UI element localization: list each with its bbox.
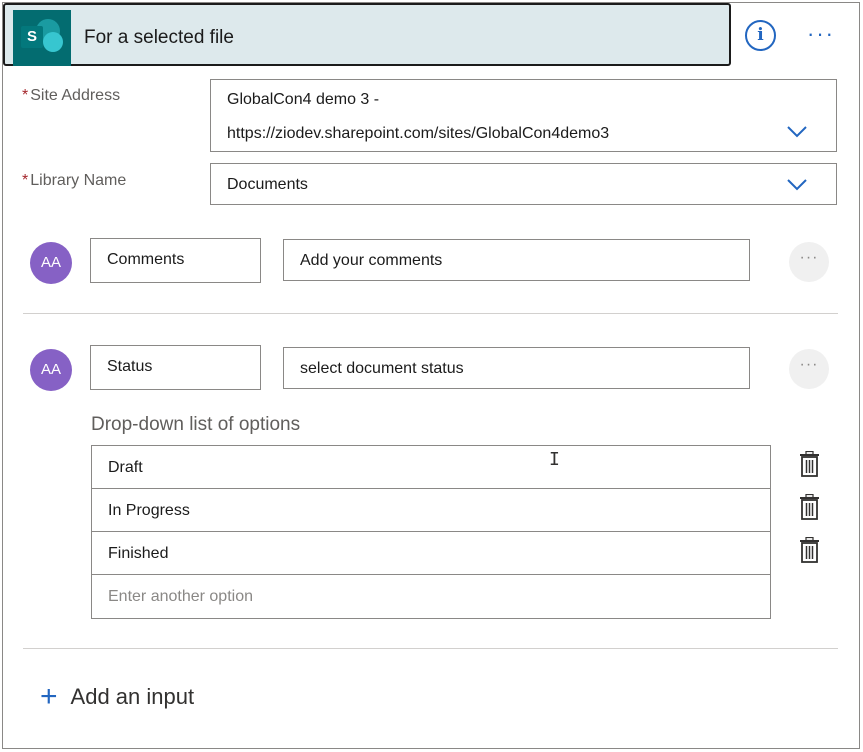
add-an-input-label: Add an input [70,684,195,709]
delete-option-icon[interactable] [799,536,820,563]
site-address-value-line2: https://ziodev.sharepoint.com/sites/Glob… [227,125,610,142]
option-field-in-progress[interactable]: In Progress [92,489,770,532]
action-header[interactable]: S For a selected file [3,3,731,66]
divider [23,648,838,649]
option-field-draft[interactable]: Draft [92,446,770,489]
info-icon[interactable]: i [745,20,776,51]
option-field-finished[interactable]: Finished [92,532,770,575]
input-name-field[interactable]: Status [90,345,261,390]
add-an-input-button[interactable]: + Add an input [40,682,194,712]
dropdown-options-list: Draft In Progress Finished Enter another… [91,445,771,619]
text-cursor-icon: I [549,449,560,470]
text-input-type-icon: AA [30,349,72,391]
site-address-value-line1: GlobalCon4 demo 3 - [227,91,380,108]
action-title: For a selected file [84,27,234,48]
divider [23,313,838,314]
site-address-dropdown[interactable]: GlobalCon4 demo 3 - https://ziodev.share… [210,79,837,152]
new-option-input[interactable]: Enter another option [92,575,770,618]
plus-icon: + [40,680,58,713]
delete-option-icon[interactable] [799,493,820,520]
dropdown-options-label: Drop-down list of options [91,414,301,435]
chevron-down-icon[interactable] [787,126,807,138]
input-description-field[interactable]: Add your comments [283,239,750,281]
sharepoint-logo-icon: S [13,10,71,66]
input-description-field[interactable]: select document status [283,347,750,389]
site-address-label: * Site Address [22,87,121,104]
text-input-type-icon: AA [30,242,72,284]
chevron-down-icon[interactable] [787,179,807,191]
library-name-value: Documents [227,176,308,193]
delete-option-icon[interactable] [799,450,820,477]
library-name-label: * Library Name [22,172,127,189]
input-name-field[interactable]: Comments [90,238,261,283]
more-options-icon[interactable]: ··· [807,23,835,45]
library-name-dropdown[interactable]: Documents [210,163,837,205]
input-menu-button[interactable]: ··· [789,349,829,389]
input-menu-button[interactable]: ··· [789,242,829,282]
